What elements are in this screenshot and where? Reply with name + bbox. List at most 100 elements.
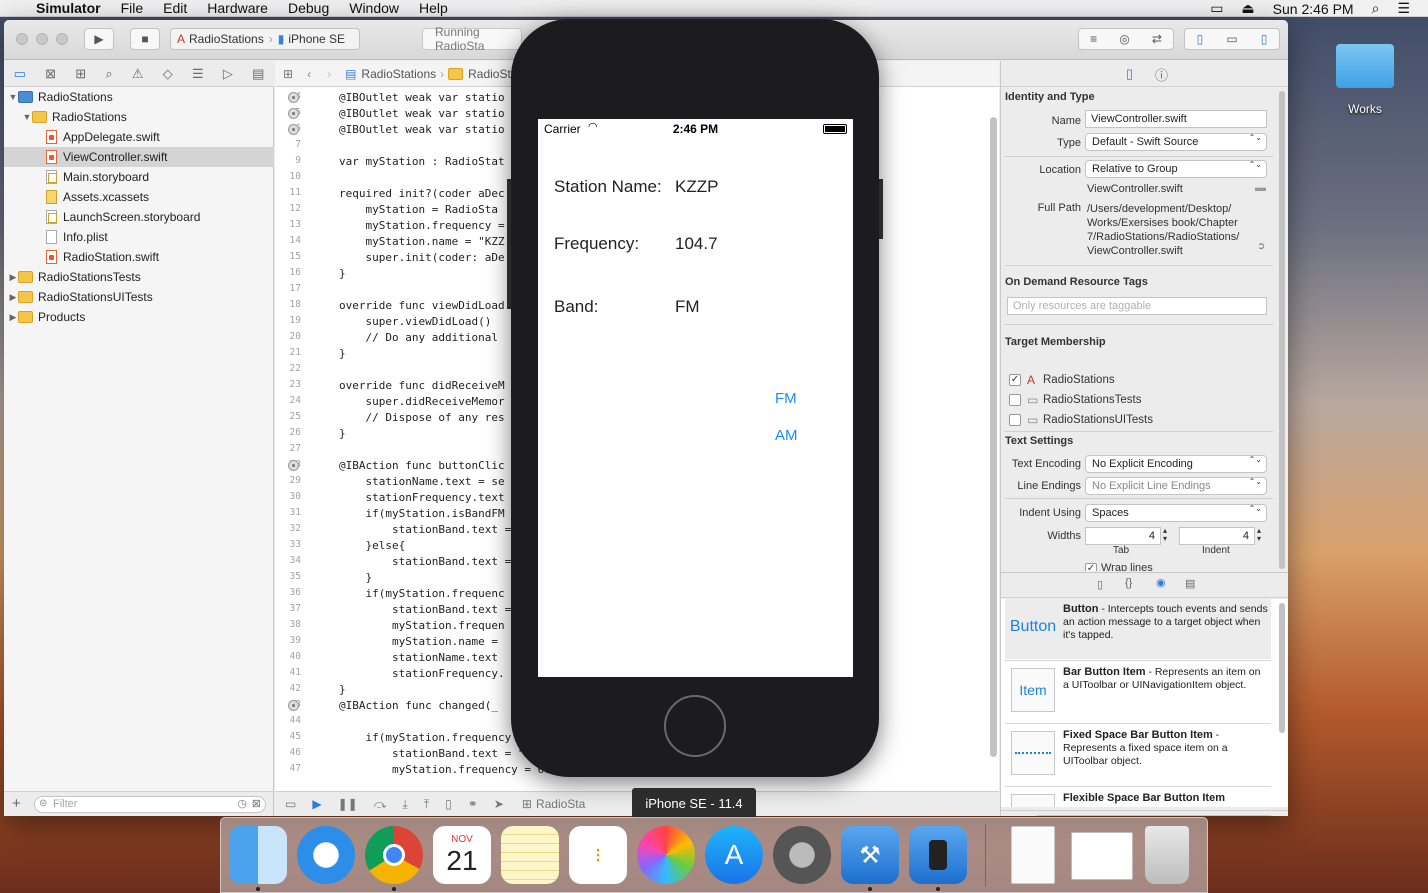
forward-arrow-icon[interactable]: › (327, 67, 331, 81)
safari-icon[interactable] (297, 826, 355, 884)
disclosure-closed-icon[interactable]: ▶ (8, 312, 18, 323)
navigator-toggle-icon[interactable]: ▯ (1197, 32, 1204, 46)
tab-width-stepper-icon[interactable]: ▴ ▾ (1163, 527, 1167, 543)
project-navigator-icon[interactable]: ▭ (14, 66, 26, 82)
disclosure-open-icon[interactable]: ▼ (22, 112, 32, 122)
target-checkbox[interactable]: ✓ (1009, 374, 1021, 386)
breakpoint-navigator-icon[interactable]: ▷ (223, 66, 233, 82)
power-button[interactable] (879, 179, 883, 239)
object-library-list[interactable]: Button Button - Intercepts touch events a… (1001, 599, 1288, 807)
step-over-icon[interactable]: ⤼ (374, 797, 387, 812)
outlet-connection-icon[interactable] (288, 460, 299, 471)
media-library-icon[interactable]: ▤ (1185, 577, 1195, 590)
back-arrow-icon[interactable]: ‹ (307, 67, 311, 81)
navigator-item[interactable]: RadioStation.swift (4, 247, 274, 267)
editor-scrollbar[interactable] (990, 117, 997, 757)
navigator-filter-field[interactable]: ⊜ Filter ◷ ⊠ (34, 796, 266, 813)
scm-filter-icon[interactable]: ⊠ (252, 797, 261, 810)
navigator-item[interactable]: ▶ RadioStationsTests (4, 267, 274, 287)
debug-navigator-icon[interactable]: ☰ (192, 66, 204, 82)
library-item[interactable]: Button Button - Intercepts touch events a… (1005, 599, 1271, 661)
zoom-window-button[interactable] (56, 33, 68, 45)
jumpbar-group[interactable]: RadioSt (468, 67, 511, 81)
quick-help-icon[interactable]: ⓘ (1155, 65, 1168, 84)
library-item[interactable]: Flexible Space Bar Button Item (1005, 788, 1271, 807)
library-scrollbar[interactable] (1279, 603, 1285, 733)
debug-area-toggle-icon[interactable]: ▭ (1226, 32, 1237, 46)
device-screen[interactable]: Carrier ◠ 2:46 PM Station Name: KZZP Fre… (538, 119, 853, 677)
xcode-icon[interactable]: ⚒ (841, 826, 899, 884)
menu-file[interactable]: File (121, 0, 144, 16)
debug-scheme-label[interactable]: RadioSta (536, 797, 585, 811)
calendar-icon[interactable]: NOV 21 (433, 826, 491, 884)
grid-view-icon[interactable]: ⊞ (1011, 815, 1020, 816)
outlet-connection-icon[interactable] (288, 92, 299, 103)
system-preferences-icon[interactable] (773, 826, 831, 884)
reveal-in-finder-icon[interactable]: ➲ (1257, 241, 1265, 252)
navigator-item[interactable]: Assets.xcassets (4, 187, 274, 207)
simulate-location-icon[interactable]: ➤ (494, 797, 504, 811)
find-navigator-icon[interactable]: ⌕ (105, 66, 112, 82)
outlet-connection-icon[interactable] (288, 124, 299, 135)
navigator-item[interactable]: ▶ Products (4, 307, 274, 327)
utilities-toggle-icon[interactable]: ▯ (1261, 32, 1268, 46)
step-into-icon[interactable]: ⤓ (403, 797, 408, 812)
notification-center-icon[interactable]: ☰ (1397, 0, 1410, 17)
version-editor-icon[interactable]: ⇄ (1152, 32, 1162, 46)
close-window-button[interactable] (16, 33, 28, 45)
volume-button[interactable] (507, 179, 511, 309)
pause-icon[interactable]: ❚❚ (338, 797, 358, 811)
fm-button[interactable]: FM (775, 390, 797, 407)
add-icon[interactable]: + (12, 795, 21, 812)
view-debugger-icon[interactable]: ▯ (445, 797, 452, 811)
chrome-icon[interactable] (365, 826, 423, 884)
indent-width-field[interactable]: 4 (1179, 527, 1255, 545)
location-popup[interactable]: Relative to Group (1085, 160, 1267, 178)
standard-editor-icon[interactable]: ≡ (1090, 32, 1097, 46)
eject-icon[interactable]: ⏏ (1241, 0, 1254, 17)
navigator-item[interactable]: LaunchScreen.storyboard (4, 207, 274, 227)
test-navigator-icon[interactable]: ◇ (163, 66, 173, 82)
app-store-icon[interactable]: A (705, 826, 763, 884)
menu-edit[interactable]: Edit (163, 0, 187, 16)
stop-button[interactable]: ■ (130, 28, 160, 50)
disclosure-open-icon[interactable]: ▼ (8, 92, 18, 102)
tab-width-field[interactable]: 4 (1085, 527, 1161, 545)
scheme-selector[interactable]: A RadioStations › ▮ iPhone SE (170, 28, 360, 50)
menu-window[interactable]: Window (349, 0, 399, 16)
navigator-item[interactable]: ▼ RadioStations (4, 87, 274, 107)
menubar-clock[interactable]: Sun 2:46 PM (1273, 1, 1354, 17)
assistant-editor-icon[interactable]: ◎ (1119, 32, 1129, 46)
menu-hardware[interactable]: Hardware (207, 0, 268, 16)
minimize-window-button[interactable] (36, 33, 48, 45)
odr-tags-field[interactable]: Only resources are taggable (1007, 297, 1267, 315)
file-inspector-icon[interactable]: ▯ (1126, 66, 1133, 82)
name-field[interactable]: ViewController.swift (1085, 110, 1267, 128)
spotlight-search-icon[interactable]: ⌕ (1372, 0, 1380, 17)
desktop-folder-works[interactable]: Works (1333, 38, 1397, 118)
navigator-item[interactable]: Info.plist (4, 227, 274, 247)
navigator-item[interactable]: Main.storyboard (4, 167, 274, 187)
library-item[interactable]: Fixed Space Bar Button Item - Represents… (1005, 725, 1271, 787)
editor-mode-segment[interactable]: ≡ ◎ ⇄ (1078, 28, 1174, 50)
recent-files-filter-icon[interactable]: ◷ (237, 797, 247, 810)
indent-width-stepper-icon[interactable]: ▴ ▾ (1257, 527, 1261, 543)
library-search-field[interactable]: ⊜ but ⊗ (1031, 815, 1277, 816)
outlet-connection-icon[interactable] (288, 108, 299, 119)
navigator-item[interactable]: AppDelegate.swift (4, 127, 274, 147)
menu-help[interactable]: Help (419, 0, 448, 16)
trash-icon[interactable] (1145, 826, 1189, 884)
memory-graph-icon[interactable]: ⚭ (468, 797, 478, 811)
text-encoding-popup[interactable]: No Explicit Encoding (1085, 455, 1267, 473)
file-template-library-icon[interactable]: ▯ (1097, 578, 1103, 591)
airplay-display-icon[interactable]: ▭ (1210, 0, 1223, 17)
symbol-navigator-icon[interactable]: ⊞ (75, 66, 86, 82)
home-button[interactable] (664, 695, 726, 757)
finder-icon[interactable] (229, 826, 287, 884)
indent-using-popup[interactable]: Spaces (1085, 504, 1267, 522)
am-button[interactable]: AM (775, 427, 798, 444)
navigator-item[interactable]: ▼ RadioStations (4, 107, 274, 127)
breakpoints-toggle-icon[interactable]: ▶ (312, 797, 321, 811)
source-control-navigator-icon[interactable]: ⊠ (45, 66, 56, 82)
object-library-icon[interactable]: ◉ (1156, 576, 1166, 589)
